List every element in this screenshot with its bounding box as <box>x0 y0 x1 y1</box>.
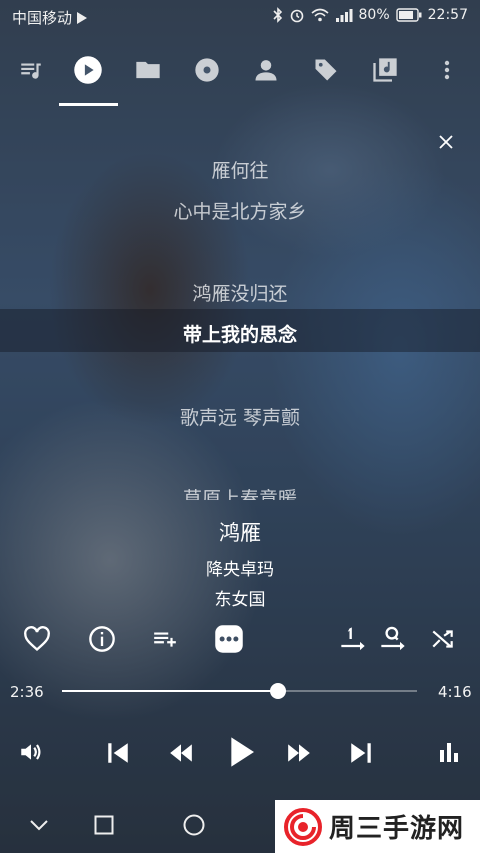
shuffle-button[interactable] <box>426 622 460 656</box>
wifi-icon <box>310 8 329 22</box>
next-track-button[interactable] <box>343 735 379 771</box>
repeat-one-icon <box>341 627 365 651</box>
equalizer-icon <box>440 743 458 762</box>
status-bar: 中国移动 80% 22:57 <box>0 0 480 34</box>
total-duration: 4:16 <box>438 683 472 701</box>
artist-person-icon <box>255 60 277 81</box>
more-vert-icon <box>444 60 450 80</box>
tab-queue[interactable] <box>9 48 53 92</box>
queue-search-icon <box>381 626 405 651</box>
watermark-banner: 周三手游网 <box>275 800 480 853</box>
square-icon <box>94 815 114 835</box>
clock: 22:57 <box>427 7 468 23</box>
playlist-add-icon <box>154 632 176 647</box>
signal-icon <box>335 9 353 22</box>
chevron-down-icon <box>30 820 48 831</box>
tab-albums[interactable] <box>185 48 229 92</box>
info-icon <box>89 626 115 652</box>
lyric-line: 鸿雁没归还 <box>192 283 288 305</box>
song-album[interactable]: 东女国 <box>0 585 480 610</box>
rewind-button[interactable] <box>163 735 199 771</box>
repeat-one-button[interactable] <box>336 622 370 656</box>
swirl-logo-icon <box>284 807 322 846</box>
library-music-icon <box>373 58 397 82</box>
carrier-label: 中国移动 <box>12 9 73 27</box>
play-button[interactable] <box>222 731 262 773</box>
lyrics-panel[interactable]: 雁何往 心中是北方家乡 鸿雁没归还 带上我的思念 歌声远 琴声颤 草原上春意暖 <box>0 150 480 500</box>
lyric-line: 心中是北方家乡 <box>173 201 307 223</box>
rewind-icon <box>170 744 192 762</box>
lyric-line: 歌声远 琴声颤 <box>179 407 301 429</box>
lyric-line-current: 带上我的思念 <box>182 324 297 346</box>
tab-tags[interactable] <box>304 48 348 92</box>
folder-icon <box>136 61 160 79</box>
top-tab-bar <box>0 48 480 92</box>
watermark-text: 周三手游网 <box>329 814 465 844</box>
nav-home-button[interactable] <box>179 810 209 840</box>
more-options-button[interactable] <box>212 622 246 656</box>
battery-percent: 80% <box>358 7 390 23</box>
fast-forward-icon <box>288 744 310 762</box>
lyric-line: 雁何往 <box>211 160 269 182</box>
fast-forward-button[interactable] <box>281 735 317 771</box>
skip-next-icon <box>351 743 371 763</box>
add-to-playlist-button[interactable] <box>148 622 182 656</box>
play-icon <box>231 737 254 767</box>
seek-bar-fill <box>62 690 279 692</box>
play-store-icon <box>77 11 88 24</box>
tag-icon <box>315 59 337 81</box>
album-disc-icon <box>195 58 219 82</box>
volume-button[interactable] <box>14 735 48 769</box>
alarm-icon <box>290 9 303 23</box>
tab-library[interactable] <box>363 48 407 92</box>
play-circle-icon <box>74 56 102 84</box>
nav-recents-button[interactable] <box>89 810 119 840</box>
seek-bar[interactable] <box>62 683 417 699</box>
favorite-button[interactable] <box>20 622 54 656</box>
previous-track-button[interactable] <box>100 735 136 771</box>
status-left: 中国移动 <box>12 7 89 28</box>
more-horiz-icon <box>215 625 243 653</box>
tab-folders[interactable] <box>126 48 170 92</box>
close-icon <box>439 135 453 149</box>
song-title: 鸿雁 <box>219 521 261 545</box>
bluetooth-icon <box>272 7 282 23</box>
elapsed-time: 2:36 <box>10 683 44 701</box>
queue-mode-button[interactable] <box>376 622 410 656</box>
circle-icon <box>183 814 205 836</box>
song-artist[interactable]: 降央卓玛 <box>0 555 480 580</box>
shuffle-icon <box>432 630 453 648</box>
lyric-line: 草原上春意暖 <box>182 488 297 500</box>
equalizer-button[interactable] <box>432 735 466 769</box>
queue-music-icon <box>21 63 41 79</box>
tab-artists[interactable] <box>244 48 288 92</box>
status-right: 80% 22:57 <box>272 7 468 23</box>
info-button[interactable] <box>85 622 119 656</box>
battery-icon <box>395 8 422 22</box>
active-tab-indicator <box>59 103 118 106</box>
tab-now-playing[interactable] <box>66 48 110 92</box>
nav-back-button[interactable] <box>24 810 54 840</box>
skip-previous-icon <box>108 743 128 763</box>
volume-icon <box>21 744 41 760</box>
overflow-menu-button[interactable] <box>425 48 469 92</box>
heart-icon <box>24 626 50 652</box>
